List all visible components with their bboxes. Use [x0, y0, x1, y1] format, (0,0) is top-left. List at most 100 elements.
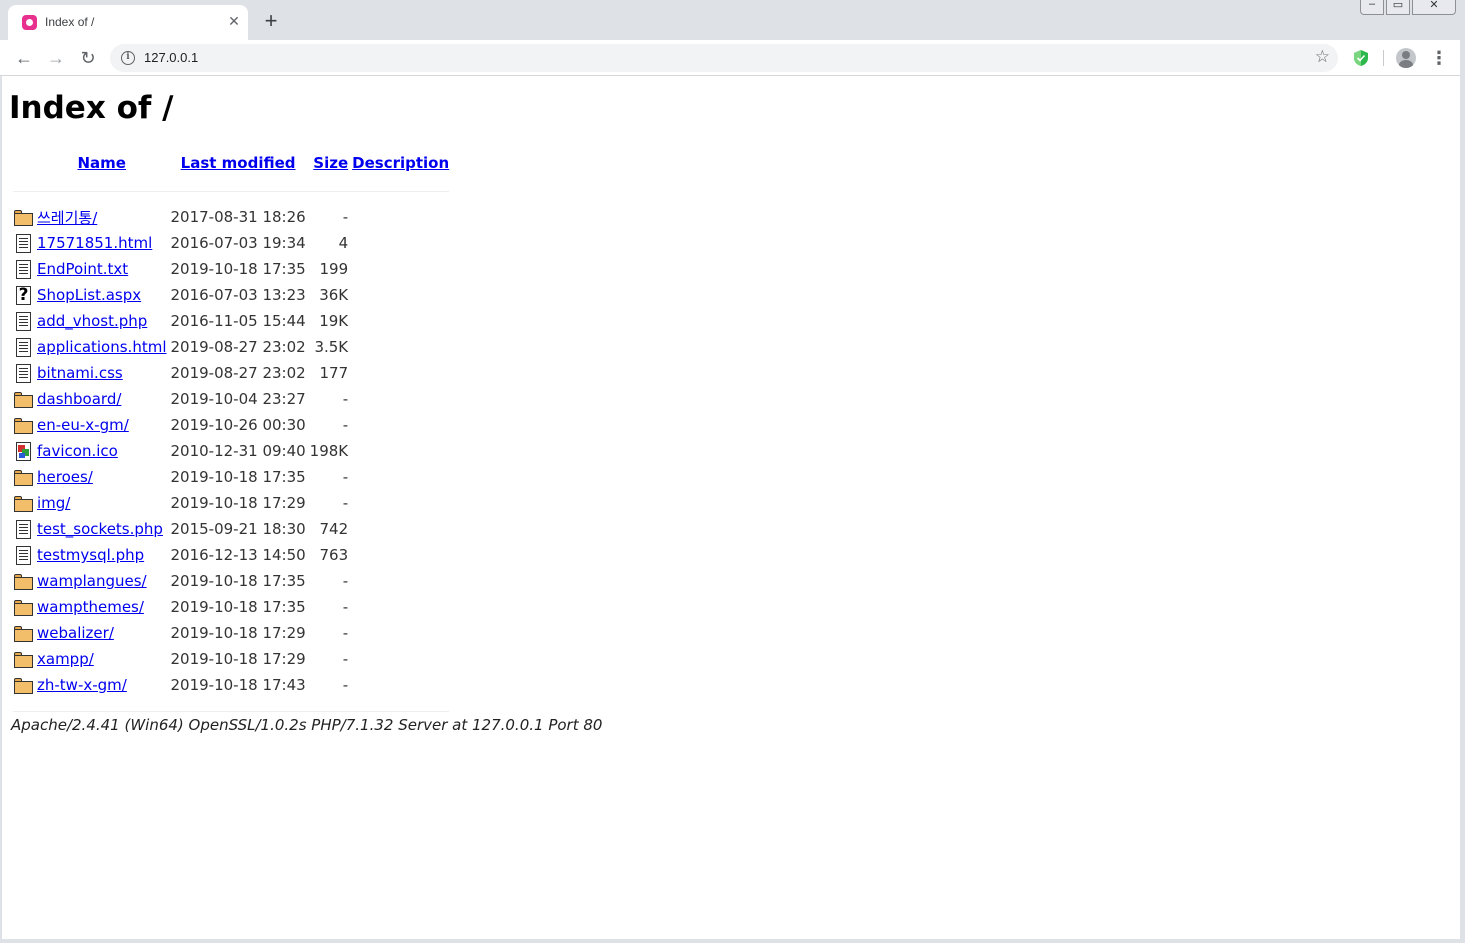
doc-icon [13, 259, 33, 279]
file-link[interactable]: webalizer/ [37, 624, 114, 642]
file-link[interactable]: bitnami.css [37, 364, 123, 382]
table-row: wampthemes/2019-10-18 17:35 - [11, 594, 451, 620]
row-icon-cell [11, 230, 35, 256]
row-icon-cell [11, 568, 35, 594]
image-icon [13, 441, 33, 461]
browser-tab-active[interactable]: Index of / ✕ [8, 5, 248, 40]
doc-icon [13, 337, 33, 357]
table-row: wamplangues/2019-10-18 17:35 - [11, 568, 451, 594]
row-description [350, 438, 451, 464]
sort-by-size-link[interactable]: Size [313, 154, 348, 172]
table-row: ? ShopList.aspx 2016-07-03 13:23 36K [11, 282, 451, 308]
row-last-modified: 2019-10-18 17:35 [170, 260, 306, 278]
shield-extension-icon[interactable] [1352, 49, 1370, 67]
file-link[interactable]: 17571851.html [37, 234, 152, 252]
row-size: 36K [319, 286, 349, 304]
table-row: dashboard/2019-10-04 23:27 - [11, 386, 451, 412]
table-row: webalizer/2019-10-18 17:29 - [11, 620, 451, 646]
folder-icon [13, 571, 33, 591]
row-size: - [342, 416, 349, 434]
row-name-cell: wampthemes/ [35, 594, 169, 620]
tab-close-icon[interactable]: ✕ [226, 13, 242, 29]
file-link[interactable]: EndPoint.txt [37, 260, 128, 278]
table-row: applications.html 2019-08-27 23:02 3.5K [11, 334, 451, 360]
row-size: 19K [319, 312, 349, 330]
reload-button[interactable]: ↻ [77, 47, 99, 69]
row-name-cell: bitnami.css [35, 360, 169, 386]
row-description [350, 568, 451, 594]
file-link[interactable]: ShopList.aspx [37, 286, 141, 304]
file-link[interactable]: test_sockets.php [37, 520, 163, 538]
window-maximize-button[interactable]: ▭ [1386, 0, 1410, 15]
icon-column-header [11, 148, 35, 178]
header-separator-row [11, 178, 451, 204]
row-last-modified: 2010-12-31 09:40 [170, 442, 306, 460]
folder-icon [13, 467, 33, 487]
page-content: Index of / Name Last modified Size Descr… [9, 88, 602, 734]
row-description [350, 516, 451, 542]
row-description [350, 308, 451, 334]
row-name-cell: ShopList.aspx [35, 282, 169, 308]
bookmark-star-icon[interactable]: ☆ [1315, 47, 1330, 67]
new-tab-button[interactable]: + [260, 10, 282, 32]
window-border-right [1460, 40, 1465, 943]
file-link[interactable]: wamplangues/ [37, 572, 147, 590]
row-icon-cell [11, 438, 35, 464]
close-icon: ✕ [1429, 0, 1439, 11]
window-border-bottom [0, 939, 1465, 943]
minimize-icon: ‒ [1368, 0, 1376, 10]
row-description [350, 386, 451, 412]
row-description [350, 594, 451, 620]
folder-icon [13, 597, 33, 617]
file-link[interactable]: favicon.ico [37, 442, 118, 460]
file-link[interactable]: add_vhost.php [37, 312, 147, 330]
profile-avatar-icon[interactable] [1396, 48, 1416, 68]
window-minimize-button[interactable]: ‒ [1360, 0, 1384, 15]
row-last-modified: 2016-11-05 15:44 [170, 312, 306, 330]
row-size: - [342, 572, 349, 590]
row-name-cell: zh-tw-x-gm/ [35, 672, 169, 698]
doc-icon [13, 363, 33, 383]
row-size: 4 [338, 234, 349, 252]
back-button[interactable]: ← [13, 47, 35, 69]
file-link[interactable]: zh-tw-x-gm/ [37, 676, 127, 694]
row-last-modified: 2015-09-21 18:30 [170, 520, 306, 538]
file-link[interactable]: wampthemes/ [37, 598, 144, 616]
table-row: 17571851.html 2016-07-03 19:34 4 [11, 230, 451, 256]
row-icon-cell [11, 646, 35, 672]
row-description [350, 620, 451, 646]
window-close-button[interactable]: ✕ [1412, 0, 1456, 15]
window-controls: ‒ ▭ ✕ [1358, 0, 1456, 15]
folder-icon [13, 415, 33, 435]
table-row: testmysql.php 2016-12-13 14:50 763 [11, 542, 451, 568]
site-info-icon[interactable]: i [121, 51, 135, 65]
file-link[interactable]: 쓰레기통/ [37, 209, 97, 227]
address-bar[interactable]: i 127.0.0.1 ☆ [110, 44, 1338, 72]
file-link[interactable]: applications.html [37, 338, 167, 356]
row-size: 742 [319, 520, 349, 538]
size-column-header: Size [308, 148, 350, 178]
folder-icon [13, 649, 33, 669]
sort-by-name-link[interactable]: Name [78, 154, 126, 172]
file-link[interactable]: en-eu-x-gm/ [37, 416, 129, 434]
row-icon-cell [11, 464, 35, 490]
file-link[interactable]: heroes/ [37, 468, 93, 486]
file-link[interactable]: dashboard/ [37, 390, 121, 408]
table-row: heroes/2019-10-18 17:35 - [11, 464, 451, 490]
row-last-modified: 2016-12-13 14:50 [170, 546, 306, 564]
row-icon-cell [11, 360, 35, 386]
sort-by-description-link[interactable]: Description [352, 154, 449, 172]
file-link[interactable]: xampp/ [37, 650, 94, 668]
browser-toolbar: ← → ↻ i 127.0.0.1 ☆ ⋮ [0, 40, 1465, 76]
url-text[interactable]: 127.0.0.1 [144, 50, 198, 65]
file-link[interactable]: img/ [37, 494, 70, 512]
row-last-modified: 2016-07-03 19:34 [170, 234, 306, 252]
file-link[interactable]: testmysql.php [37, 546, 144, 564]
row-last-modified: 2017-08-31 18:26 [170, 208, 306, 226]
row-size: 199 [319, 260, 349, 278]
sort-by-last-modified-link[interactable]: Last modified [181, 154, 296, 172]
toolbar-divider [1383, 50, 1384, 66]
table-row: bitnami.css 2019-08-27 23:02 177 [11, 360, 451, 386]
browser-menu-icon[interactable]: ⋮ [1430, 48, 1448, 68]
forward-button[interactable]: → [45, 47, 67, 69]
